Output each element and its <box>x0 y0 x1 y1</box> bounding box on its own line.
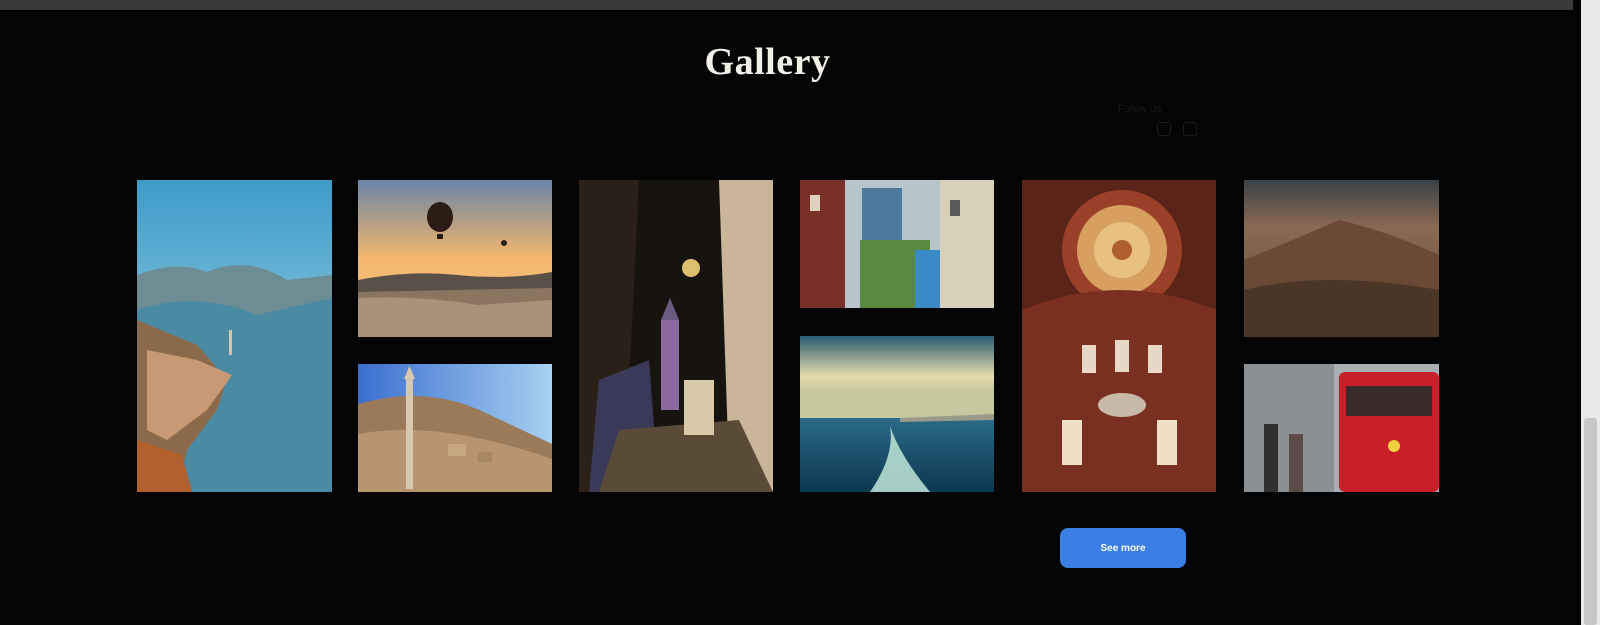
scrollbar-thumb[interactable] <box>1584 418 1597 625</box>
browser-top-bar <box>0 0 1573 10</box>
gallery-image-mosque-dome-interior[interactable] <box>1022 180 1216 492</box>
gallery-image-red-tram-snow-street[interactable] <box>1244 364 1439 492</box>
gallery-image-hillside-minaret-village[interactable] <box>358 364 552 492</box>
gallery-image-misty-mountain-range[interactable] <box>1244 180 1439 337</box>
see-more-button[interactable]: See more <box>1060 528 1186 568</box>
gallery-image-night-alley-galata-tower[interactable] <box>579 180 773 492</box>
faint-social-icons <box>1157 122 1197 136</box>
page-scrollbar[interactable] <box>1581 0 1600 625</box>
instagram-icon[interactable] <box>1157 122 1171 136</box>
gallery-image-hot-air-balloons-sunset[interactable] <box>358 180 552 337</box>
gallery-image-coastal-bay-town[interactable] <box>137 180 332 492</box>
twitter-icon[interactable] <box>1183 122 1197 136</box>
faint-social-label: Follow Us <box>1118 104 1162 115</box>
gallery-image-sea-ferry-wake[interactable] <box>800 336 994 492</box>
gallery-title: Gallery <box>704 41 831 83</box>
gallery-image-colorful-historic-houses[interactable] <box>800 180 994 308</box>
